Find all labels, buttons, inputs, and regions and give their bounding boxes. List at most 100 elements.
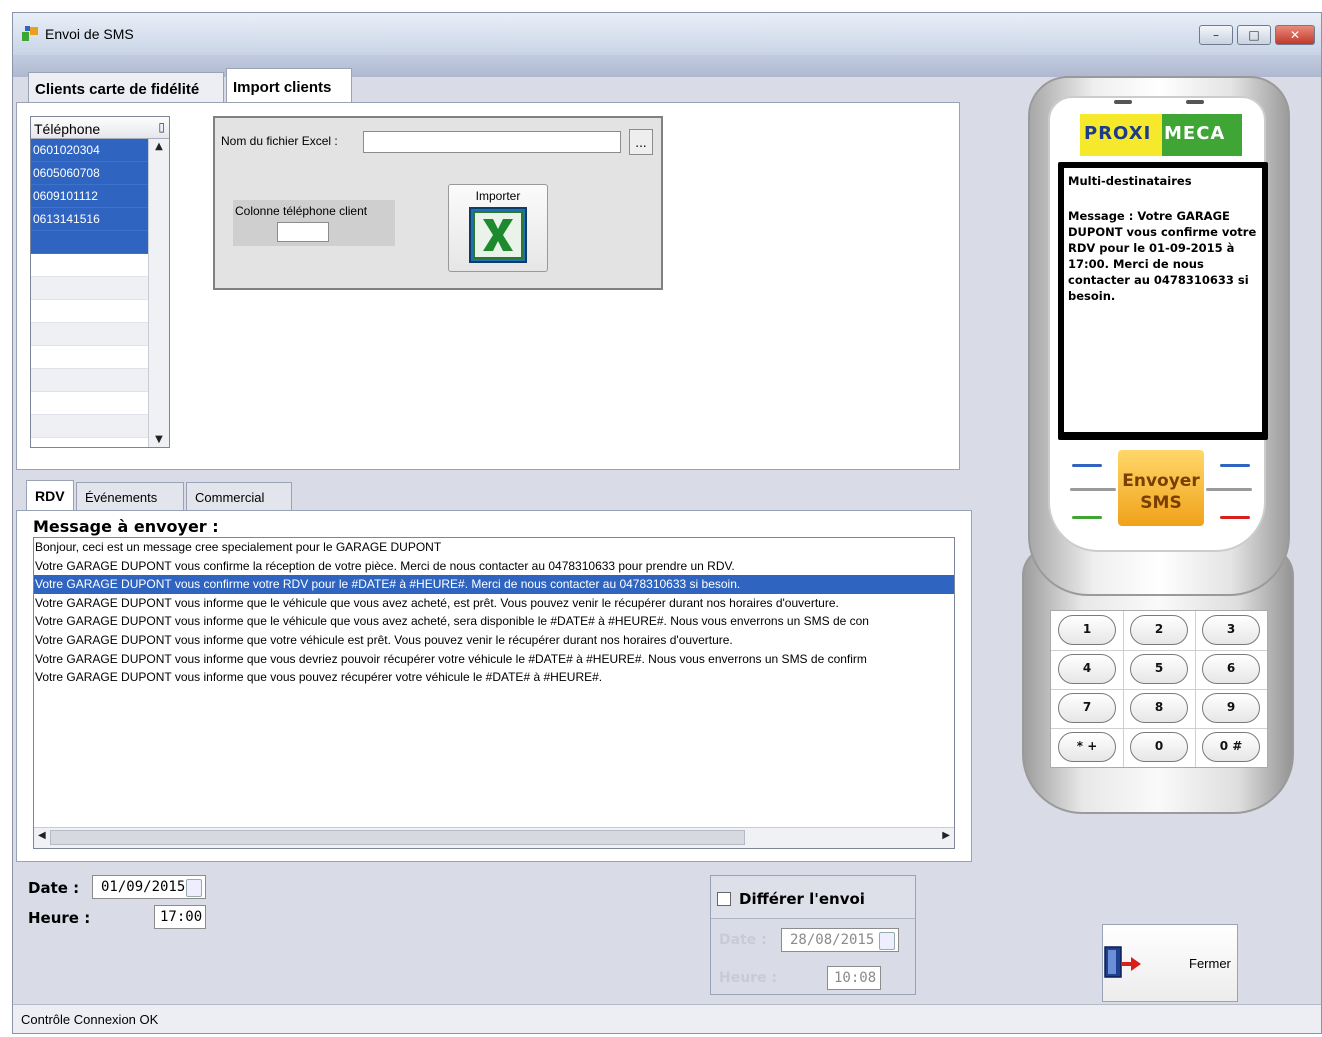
scroll-up-arrow-icon[interactable]: ▲ <box>149 141 169 152</box>
defer-date-picker: 28/08/2015 <box>781 928 899 952</box>
tab-commercial[interactable]: Commercial <box>186 482 292 510</box>
tab-evenements[interactable]: Événements <box>76 482 184 510</box>
phone-keypad: 1 2 3 4 5 6 7 8 9 * + 0 0 # <box>1050 610 1268 768</box>
phone-column-input[interactable] <box>277 222 329 242</box>
defer-date-label: Date : <box>719 932 767 948</box>
table-row-empty[interactable] <box>31 277 148 300</box>
table-row-empty[interactable] <box>31 254 148 277</box>
brand-right: MECA <box>1164 123 1226 144</box>
defer-header: Différer l'envoi <box>711 876 915 919</box>
column-options-icon[interactable]: ▯ <box>158 120 165 134</box>
tab-rdv[interactable]: RDV <box>26 480 74 511</box>
phone-number-grid[interactable]: Téléphone ▯ 0601020304 0605060708 060910… <box>30 116 170 448</box>
browse-file-button[interactable]: ... <box>629 129 653 155</box>
defer-checkbox[interactable] <box>717 892 731 906</box>
title-bar: Envoi de SMS – □ ✕ <box>13 13 1321 56</box>
minimize-button[interactable]: – <box>1199 25 1233 45</box>
call-key-icon <box>1072 516 1102 519</box>
table-row[interactable]: 0605060708 <box>31 162 148 185</box>
close-window-button[interactable]: ✕ <box>1275 25 1315 45</box>
defer-label[interactable]: Différer l'envoi <box>739 890 865 908</box>
list-item[interactable]: Votre GARAGE DUPONT vous informe que vot… <box>34 631 954 650</box>
key-5: 5 <box>1130 654 1188 684</box>
table-row[interactable]: 0613141516 <box>31 208 148 231</box>
column-header-telephone: Téléphone <box>34 121 101 137</box>
list-item[interactable]: Votre GARAGE DUPONT vous informe que vou… <box>34 668 954 687</box>
table-row-empty[interactable] <box>31 346 148 369</box>
maximize-button[interactable]: □ <box>1237 25 1271 45</box>
key-9: 9 <box>1202 693 1260 723</box>
excel-import-box: Nom du fichier Excel : ... Colonne télép… <box>213 116 663 290</box>
key-3: 3 <box>1202 615 1260 645</box>
table-row[interactable]: 0601020304 <box>31 139 148 162</box>
excel-icon <box>469 207 527 263</box>
table-row[interactable]: 0609101112 <box>31 185 148 208</box>
grid-vertical-scrollbar[interactable]: ▲ ▼ <box>148 139 169 447</box>
scroll-down-arrow-icon[interactable]: ▼ <box>149 434 169 445</box>
screen-message: Message : Votre GARAGE DUPONT vous confi… <box>1068 209 1257 303</box>
defer-time-input: 10:08 <box>827 966 881 990</box>
key-star: * + <box>1058 732 1116 762</box>
scroll-left-arrow-icon[interactable]: ◀ <box>38 830 46 841</box>
defer-time-label: Heure : <box>719 970 778 986</box>
key-1: 1 <box>1058 615 1116 645</box>
list-item-selected[interactable]: Votre GARAGE DUPONT vous confirme votre … <box>34 575 954 594</box>
status-bar: Contrôle Connexion OK <box>13 1004 1321 1033</box>
phone-preview: PROXI MECA Multi-destinataires Message :… <box>1022 76 1294 814</box>
import-button[interactable]: Importer <box>448 184 548 272</box>
calendar-icon[interactable] <box>186 879 202 897</box>
table-row-empty[interactable] <box>31 369 148 392</box>
list-item[interactable]: Votre GARAGE DUPONT vous informe que le … <box>34 594 954 613</box>
hangup-key-icon <box>1220 516 1250 519</box>
table-row-empty[interactable] <box>31 415 148 438</box>
grid-header[interactable]: Téléphone ▯ <box>31 117 169 139</box>
send-sms-button[interactable]: Envoyer SMS <box>1118 450 1204 526</box>
phone-speaker <box>1114 100 1132 104</box>
table-row-empty[interactable] <box>31 231 148 254</box>
date-label: Date : <box>28 879 80 897</box>
app-icon <box>22 26 38 41</box>
status-text: Contrôle Connexion OK <box>21 1012 159 1027</box>
defer-date-value: 28/08/2015 <box>790 932 875 948</box>
list-item[interactable]: Votre GARAGE DUPONT vous informe que le … <box>34 612 954 631</box>
tab-import-clients[interactable]: Import clients <box>226 68 352 104</box>
tab-clients-fidelite[interactable]: Clients carte de fidélité <box>28 72 224 102</box>
list-item[interactable]: Votre GARAGE DUPONT vous informe que vou… <box>34 650 954 669</box>
screen-title: Multi-destinataires <box>1068 174 1192 188</box>
key-4: 4 <box>1058 654 1116 684</box>
table-row-empty[interactable] <box>31 323 148 346</box>
brand-logo: PROXI MECA <box>1080 114 1242 156</box>
table-row-empty[interactable] <box>31 392 148 415</box>
import-button-label: Importer <box>475 189 521 203</box>
list-item[interactable]: Votre GARAGE DUPONT vous confirme la réc… <box>34 557 954 576</box>
brand-left: PROXI <box>1084 123 1152 144</box>
key-6: 6 <box>1202 654 1260 684</box>
date-picker[interactable]: 01/09/2015 <box>92 875 206 899</box>
calendar-icon <box>879 932 895 950</box>
time-input[interactable]: 17:00 <box>154 905 206 929</box>
key-2: 2 <box>1130 615 1188 645</box>
date-value: 01/09/2015 <box>101 879 186 895</box>
message-label: Message à envoyer : <box>33 517 219 536</box>
key-7: 7 <box>1058 693 1116 723</box>
phone-screen: Multi-destinataires Message : Votre GARA… <box>1064 168 1262 432</box>
window-title: Envoi de SMS <box>45 26 134 42</box>
message-horizontal-scrollbar[interactable]: ◀ ▶ <box>34 827 954 848</box>
scroll-right-arrow-icon[interactable]: ▶ <box>942 830 950 841</box>
scroll-thumb[interactable] <box>50 830 745 845</box>
key-hash: 0 # <box>1202 732 1260 762</box>
soft-key-left-icon <box>1072 464 1102 467</box>
phone-speaker <box>1186 100 1204 104</box>
close-button-label: Fermer <box>1189 956 1231 971</box>
send-label-line2: SMS <box>1140 493 1182 513</box>
send-label-line1: Envoyer <box>1122 471 1200 491</box>
key-0: 0 <box>1130 732 1188 762</box>
table-row-empty[interactable] <box>31 300 148 323</box>
close-button[interactable]: Fermer <box>1102 924 1238 1002</box>
message-list[interactable]: Bonjour, ceci est un message cree specia… <box>33 537 955 849</box>
excel-file-input[interactable] <box>363 131 621 153</box>
defer-group: Différer l'envoi Date : 28/08/2015 Heure… <box>710 875 916 995</box>
time-label: Heure : <box>28 909 91 927</box>
soft-key-line-icon <box>1206 488 1252 491</box>
list-item[interactable]: Bonjour, ceci est un message cree specia… <box>34 538 954 557</box>
